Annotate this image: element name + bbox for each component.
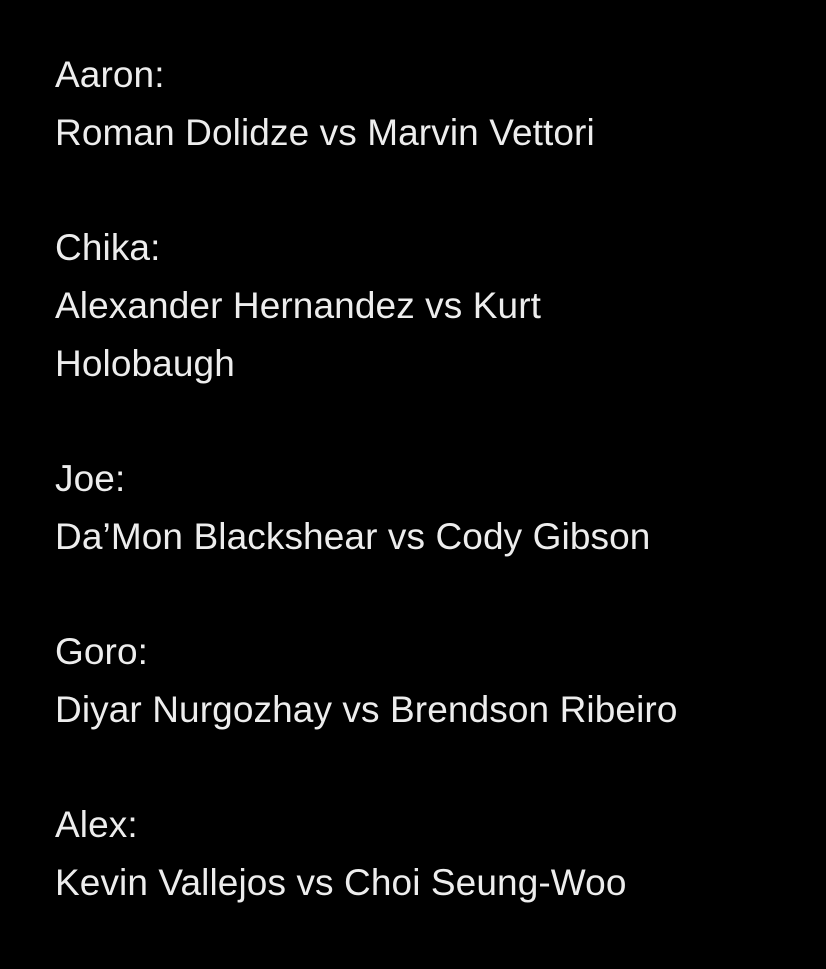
fight-matchup: Da’Mon Blackshear vs Cody Gibson <box>55 516 651 557</box>
picker-name: Alex: <box>55 804 138 845</box>
picker-name: Chika: <box>55 227 161 268</box>
pick-entry-chika: Chika: Alexander Hernandez vs Kurt Holob… <box>55 219 795 393</box>
fight-matchup: Diyar Nurgozhay vs Brendson Ribeiro <box>55 689 678 730</box>
pick-entry-alex: Alex: Kevin Vallejos vs Choi Seung-Woo <box>55 796 795 912</box>
picker-name: Joe: <box>55 458 126 499</box>
pick-entry-goro: Goro: Diyar Nurgozhay vs Brendson Ribeir… <box>55 623 795 739</box>
pick-entry-aaron: Aaron: Roman Dolidze vs Marvin Vettori <box>55 46 795 162</box>
picker-name: Aaron: <box>55 54 165 95</box>
note-body: Aaron: Roman Dolidze vs Marvin Vettori C… <box>55 46 795 969</box>
fight-matchup: Roman Dolidze vs Marvin Vettori <box>55 112 595 153</box>
fight-matchup: Alexander Hernandez vs Kurt Holobaugh <box>55 285 542 384</box>
fight-matchup: Kevin Vallejos vs Choi Seung-Woo <box>55 862 627 903</box>
pick-entry-joe: Joe: Da’Mon Blackshear vs Cody Gibson <box>55 450 795 566</box>
picker-name: Goro: <box>55 631 149 672</box>
